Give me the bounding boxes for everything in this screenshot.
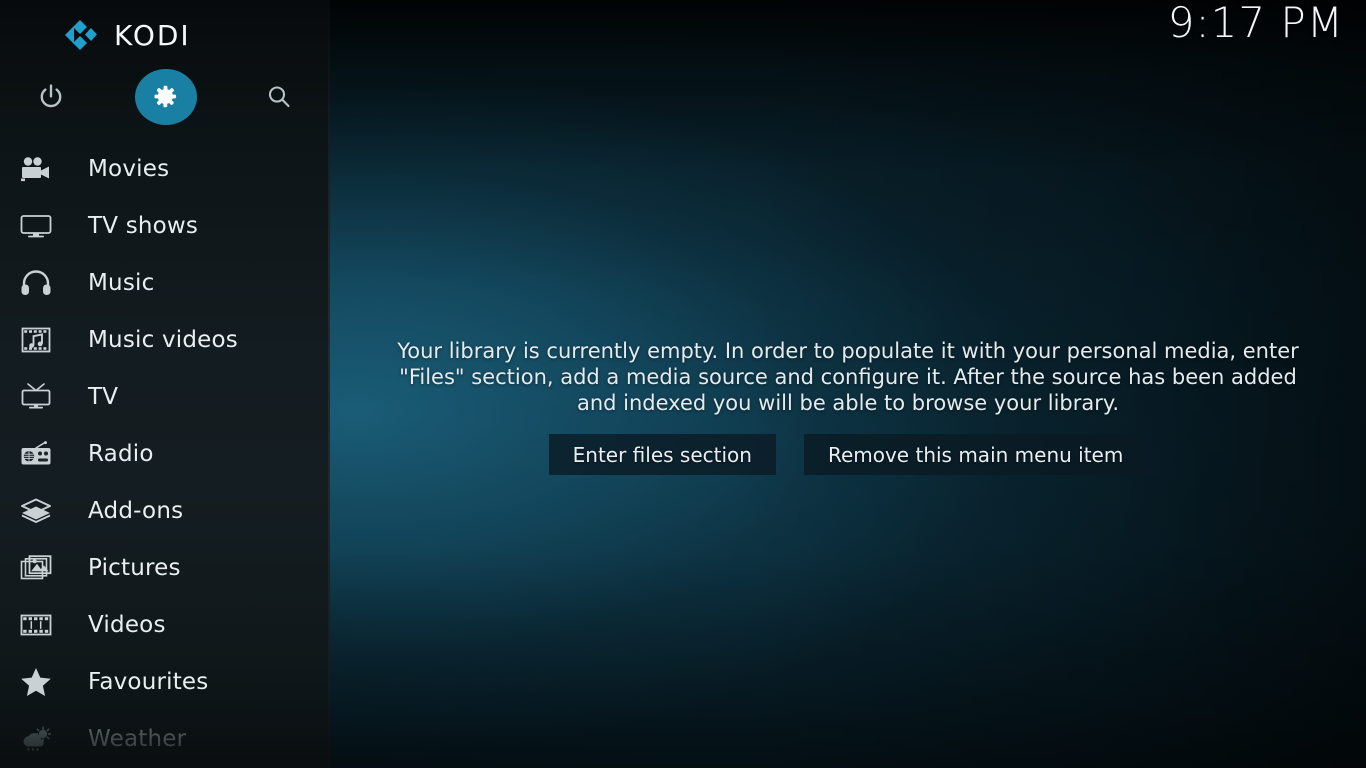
radio-icon [14, 440, 58, 467]
main-menu: Movies TV shows Music Music videos TV Ra… [0, 140, 330, 767]
search-icon [265, 83, 293, 111]
power-icon [37, 83, 65, 111]
antenna-tv-icon [14, 382, 58, 411]
main-content-panel: Your library is currently empty. In orde… [330, 0, 1366, 768]
action-button-row: Enter files section Remove this main men… [368, 434, 1328, 475]
sidebar-item-tv[interactable]: TV [0, 368, 330, 425]
sidebar-item-label: TV [88, 383, 119, 410]
sidebar-item-tv-shows[interactable]: TV shows [0, 197, 330, 254]
sidebar: KODI Movies TV shows Music Music videos … [0, 0, 330, 768]
enter-files-section-button[interactable]: Enter files section [548, 434, 776, 475]
weather-cloud-sun-icon [14, 726, 58, 752]
settings-button[interactable] [134, 68, 197, 126]
sidebar-item-label: Music videos [88, 326, 238, 353]
sidebar-item-movies[interactable]: Movies [0, 140, 330, 197]
sidebar-item-favourites[interactable]: Favourites [0, 653, 330, 710]
app-title: KODI [114, 18, 191, 52]
sidebar-item-label: Videos [88, 611, 166, 638]
movie-camera-icon [14, 156, 58, 182]
sidebar-item-pictures[interactable]: Pictures [0, 539, 330, 596]
film-strip-icon [14, 612, 58, 638]
sidebar-item-music[interactable]: Music [0, 254, 330, 311]
empty-library-message: Your library is currently empty. In orde… [397, 339, 1299, 415]
sidebar-item-videos[interactable]: Videos [0, 596, 330, 653]
empty-library-block: Your library is currently empty. In orde… [368, 338, 1328, 475]
sidebar-item-label: TV shows [88, 212, 199, 239]
photos-icon [14, 554, 58, 581]
remove-main-menu-item-button[interactable]: Remove this main menu item [803, 434, 1148, 475]
star-icon [14, 667, 58, 697]
gear-icon [152, 84, 178, 110]
sidebar-item-music-videos[interactable]: Music videos [0, 311, 330, 368]
sidebar-item-label: Music [88, 269, 155, 296]
sidebar-item-weather[interactable]: Weather [0, 710, 330, 767]
kodi-home-screen: 9:17 PM Your library is currently empty.… [0, 0, 1366, 768]
top-action-bar [0, 68, 330, 126]
sidebar-item-radio[interactable]: Radio [0, 425, 330, 482]
sidebar-item-label: Movies [88, 155, 170, 182]
sidebar-item-add-ons[interactable]: Add-ons [0, 482, 330, 539]
sidebar-item-label: Add-ons [88, 497, 184, 524]
headphones-icon [14, 269, 58, 296]
sidebar-item-label: Radio [88, 440, 154, 467]
sidebar-item-label: Pictures [88, 554, 181, 581]
music-film-icon [14, 326, 58, 354]
brand: KODI [62, 12, 191, 58]
sidebar-item-label: Weather [88, 725, 187, 752]
kodi-logo-icon [62, 18, 98, 52]
power-button[interactable] [20, 68, 82, 126]
open-box-icon [14, 498, 58, 524]
television-icon [14, 213, 58, 239]
sidebar-item-label: Favourites [88, 668, 209, 695]
search-button[interactable] [248, 68, 310, 126]
